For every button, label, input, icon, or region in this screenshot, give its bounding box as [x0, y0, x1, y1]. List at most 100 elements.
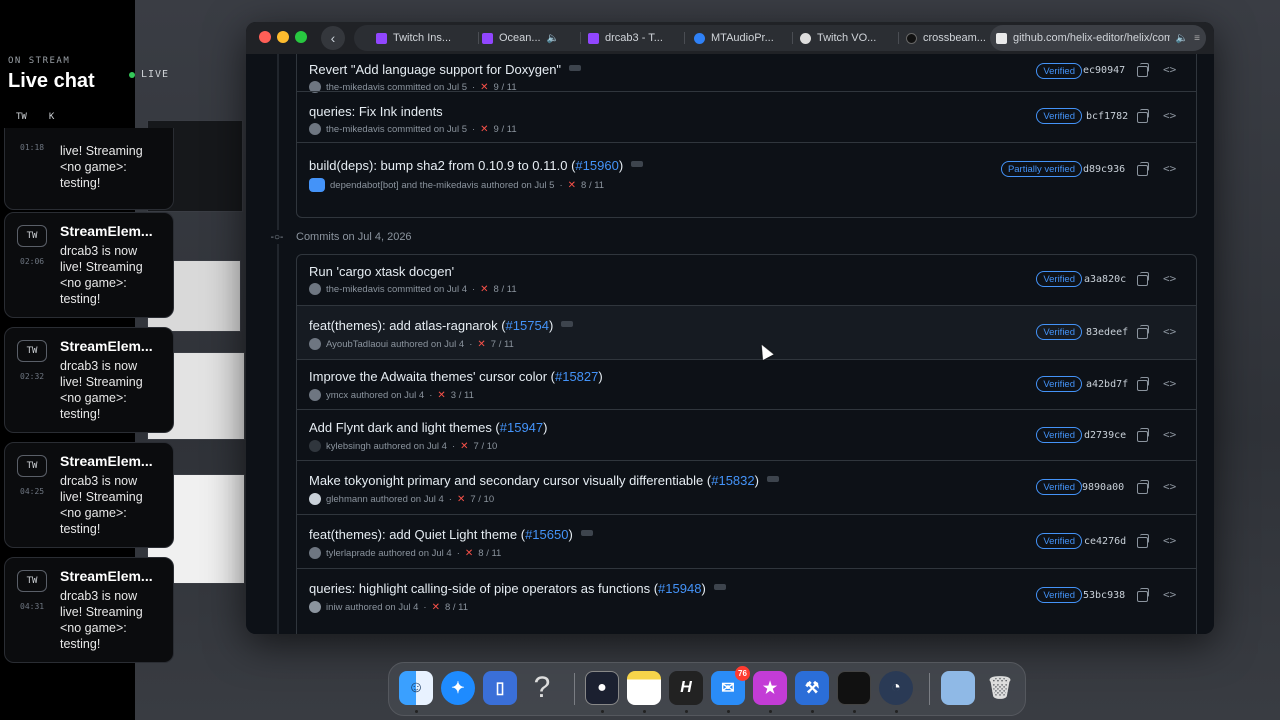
browser-tab[interactable]: Ocean... 🔈 — [482, 25, 568, 51]
speaker-icon[interactable]: 🔈 — [547, 33, 559, 44]
chat-tab-tw[interactable]: TW — [16, 112, 27, 122]
helix-icon[interactable]: H — [669, 671, 703, 705]
expand-message-button[interactable] — [561, 321, 574, 327]
browse-code-icon[interactable]: <> — [1163, 377, 1176, 390]
commit-row[interactable]: Run 'cargo xtask docgen' the-mikedavis c… — [297, 255, 1196, 305]
commit-row[interactable]: Revert "Add language support for Doxygen… — [297, 54, 1196, 93]
browser-tab[interactable]: Twitch VO... — [800, 25, 896, 51]
commit-row[interactable]: queries: Fix Ink indents the-mikedavis c… — [297, 91, 1196, 142]
avatar[interactable] — [309, 547, 321, 559]
verified-badge[interactable]: Verified — [1036, 271, 1082, 287]
copy-icon[interactable] — [1137, 480, 1149, 494]
commit-title[interactable]: queries: Fix Ink indents — [309, 104, 443, 119]
trash-icon[interactable]: 🗑 — [983, 671, 1017, 705]
commit-title[interactable]: Improve the Adwaita themes' cursor color… — [309, 369, 603, 384]
browse-code-icon[interactable]: <> — [1163, 63, 1176, 76]
itunes-store-icon[interactable]: ★ — [753, 671, 787, 705]
dependabot-avatar[interactable] — [309, 178, 325, 192]
browse-code-icon[interactable]: <> — [1163, 588, 1176, 601]
commit-sha[interactable]: d89c936 — [1083, 164, 1125, 175]
avatar[interactable] — [309, 283, 321, 295]
commit-row[interactable]: queries: highlight calling-side of pipe … — [297, 568, 1196, 622]
copy-icon[interactable] — [1137, 588, 1149, 602]
simulator-icon[interactable]: ▯ — [483, 671, 517, 705]
partially-verified-badge[interactable]: Partially verified — [1000, 161, 1082, 177]
commit-sha[interactable]: a42bd7f — [1086, 379, 1128, 390]
avatar[interactable] — [309, 493, 321, 505]
commit-row[interactable]: feat(themes): add atlas-ragnarok (#15754… — [297, 305, 1196, 359]
commit-row[interactable]: Improve the Adwaita themes' cursor color… — [297, 359, 1196, 409]
copy-icon[interactable] — [1137, 63, 1149, 77]
commit-title[interactable]: Add Flynt dark and light themes (#15947) — [309, 420, 548, 435]
copy-icon[interactable] — [1137, 109, 1149, 123]
zoom-window-button[interactable] — [295, 31, 307, 43]
expand-message-button[interactable] — [631, 161, 644, 167]
commit-title[interactable]: Run 'cargo xtask docgen' — [309, 264, 454, 279]
copy-icon[interactable] — [1137, 534, 1149, 548]
expand-message-button[interactable] — [580, 530, 593, 536]
back-button[interactable]: ‹ — [321, 26, 345, 50]
verified-badge[interactable]: Verified — [1036, 479, 1082, 495]
commit-row[interactable]: Make tokyonight primary and secondary cu… — [297, 460, 1196, 514]
speaker-icon[interactable]: 🔈 — [1176, 33, 1188, 44]
minimize-window-button[interactable] — [277, 31, 289, 43]
chat-message-list[interactable]: 01:18 live! Streaming <no game>: testing… — [0, 128, 175, 720]
menu-icon[interactable]: ≡ — [1194, 33, 1200, 44]
avatar[interactable] — [309, 389, 321, 401]
expand-message-button[interactable] — [766, 476, 779, 482]
verified-badge[interactable]: Verified — [1036, 427, 1082, 443]
commit-sha[interactable]: ec90947 — [1083, 65, 1125, 76]
copy-icon[interactable] — [1137, 377, 1149, 391]
close-window-button[interactable] — [259, 31, 271, 43]
browser-tab[interactable]: MTAudioPr... — [694, 25, 790, 51]
commit-title[interactable]: feat(themes): add Quiet Light theme (#15… — [309, 527, 593, 542]
verified-badge[interactable]: Verified — [1036, 324, 1082, 340]
commit-title[interactable]: Make tokyonight primary and secondary cu… — [309, 473, 779, 488]
avatar[interactable] — [309, 440, 321, 452]
downloads-folder-icon[interactable] — [941, 671, 975, 705]
commit-sha[interactable]: bcf1782 — [1086, 111, 1128, 122]
chat-tab-k[interactable]: K — [49, 112, 54, 122]
browse-code-icon[interactable]: <> — [1163, 534, 1176, 547]
safari-icon[interactable]: ✦ — [441, 671, 475, 705]
help-icon[interactable]: ? — [525, 671, 559, 705]
browse-code-icon[interactable]: <> — [1163, 162, 1176, 175]
commit-row[interactable]: build(deps): bump sha2 from 0.10.9 to 0.… — [297, 142, 1196, 217]
commit-title[interactable]: build(deps): bump sha2 from 0.10.9 to 0.… — [309, 158, 644, 173]
commit-sha[interactable]: a3a820c — [1084, 274, 1126, 285]
browse-code-icon[interactable]: <> — [1163, 272, 1176, 285]
avatar[interactable] — [309, 338, 321, 350]
commit-row[interactable]: feat(themes): add Quiet Light theme (#15… — [297, 514, 1196, 568]
mail-icon[interactable]: ✉ 76 — [711, 666, 750, 705]
copy-icon[interactable] — [1137, 428, 1149, 442]
expand-message-button[interactable] — [569, 65, 582, 71]
verified-badge[interactable]: Verified — [1036, 533, 1082, 549]
commit-title[interactable]: Revert "Add language support for Doxygen… — [309, 62, 582, 77]
copy-icon[interactable] — [1137, 272, 1149, 286]
browser-tab[interactable]: Twitch Ins... — [376, 25, 476, 51]
browser-tab[interactable]: crossbeam... — [906, 25, 996, 51]
commit-sha[interactable]: 83edeef — [1086, 327, 1128, 338]
verified-badge[interactable]: Verified — [1036, 63, 1082, 79]
avatar[interactable] — [309, 601, 321, 613]
verified-badge[interactable]: Verified — [1036, 108, 1082, 124]
verified-badge[interactable]: Verified — [1036, 376, 1082, 392]
expand-message-button[interactable] — [713, 584, 726, 590]
commit-sha[interactable]: d2739ce — [1084, 430, 1126, 441]
browse-code-icon[interactable]: <> — [1163, 480, 1176, 493]
commit-row[interactable]: Add Flynt dark and light themes (#15947)… — [297, 409, 1196, 460]
instruments-icon[interactable]: ◔ — [879, 671, 913, 705]
notes-icon[interactable] — [627, 671, 661, 705]
commit-sha[interactable]: 53bc938 — [1083, 590, 1125, 601]
browser-tab[interactable]: drcab3 - T... — [588, 25, 680, 51]
browser-tab-active[interactable]: github.com/helix-editor/helix/com 🔈 ≡ — [990, 25, 1206, 51]
commit-title[interactable]: queries: highlight calling-side of pipe … — [309, 581, 726, 596]
commit-sha[interactable]: ce4276d — [1084, 536, 1126, 547]
browse-code-icon[interactable]: <> — [1163, 325, 1176, 338]
commit-history-page[interactable]: Revert "Add language support for Doxygen… — [246, 54, 1214, 634]
browse-code-icon[interactable]: <> — [1163, 109, 1176, 122]
browse-code-icon[interactable]: <> — [1163, 428, 1176, 441]
finder-icon[interactable]: ☺ — [399, 671, 433, 705]
activity-monitor-icon[interactable] — [837, 671, 871, 705]
obs-icon[interactable]: ● — [585, 671, 619, 705]
